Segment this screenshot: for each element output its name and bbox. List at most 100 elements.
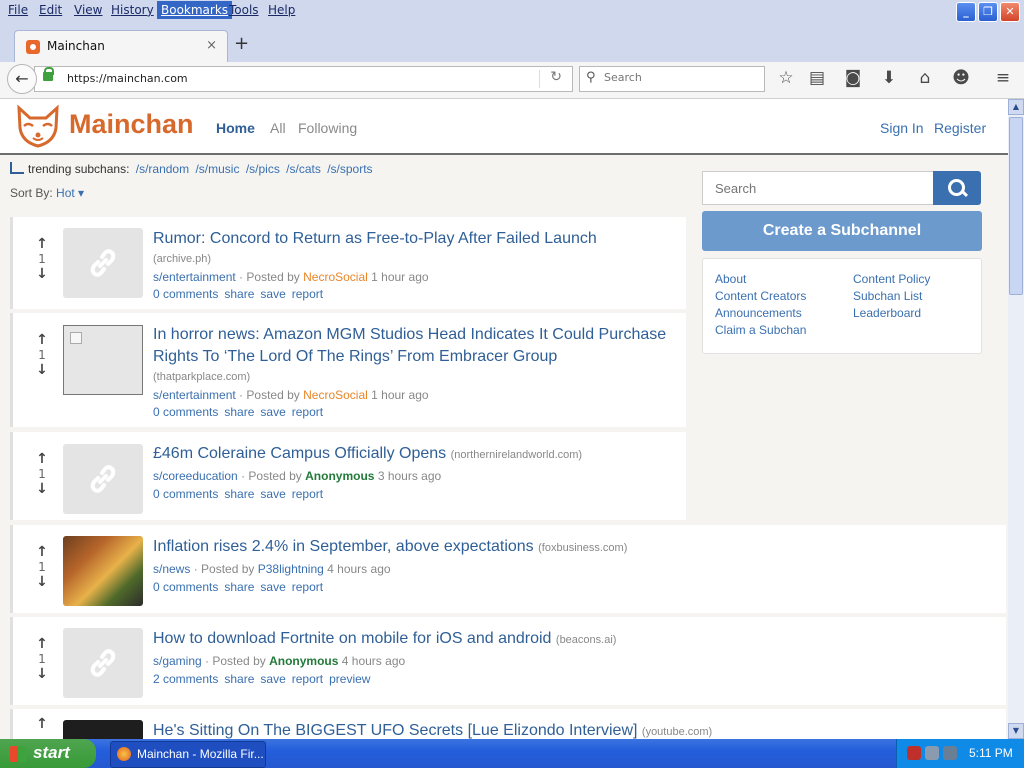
downvote-icon[interactable]: ↓ bbox=[36, 267, 48, 282]
post-thumbnail[interactable] bbox=[63, 325, 143, 395]
menu-tools[interactable]: Tools bbox=[229, 3, 259, 17]
comments-link[interactable]: 2 comments bbox=[153, 672, 218, 686]
post-thumbnail[interactable] bbox=[63, 228, 143, 298]
post-author[interactable]: Anonymous bbox=[305, 469, 374, 483]
network-icon[interactable] bbox=[925, 746, 939, 760]
share-link[interactable]: share bbox=[224, 487, 254, 501]
maximize-icon[interactable]: ❐ bbox=[978, 2, 998, 22]
nav-all[interactable]: All bbox=[270, 120, 286, 136]
tab-mainchan[interactable]: Mainchan × bbox=[14, 30, 228, 63]
comments-link[interactable]: 0 comments bbox=[153, 287, 218, 301]
register-link[interactable]: Register bbox=[934, 120, 986, 136]
post-author[interactable]: P38lightning bbox=[258, 562, 324, 576]
post-title[interactable]: Inflation rises 2.4% in September, above… bbox=[153, 536, 627, 559]
comments-link[interactable]: 0 comments bbox=[153, 405, 218, 419]
announcements-link[interactable]: Announcements bbox=[715, 306, 802, 320]
scroll-down-icon[interactable]: ▼ bbox=[1008, 723, 1024, 739]
post-title[interactable]: Rumor: Concord to Return as Free-to-Play… bbox=[153, 228, 597, 250]
post-author[interactable]: NecroSocial bbox=[303, 388, 368, 402]
comments-link[interactable]: 0 comments bbox=[153, 487, 218, 501]
post-subchan[interactable]: s/entertainment bbox=[153, 388, 236, 402]
smiley-icon[interactable]: ☻ bbox=[950, 68, 972, 88]
save-link[interactable]: save bbox=[260, 672, 285, 686]
bookmark-star-icon[interactable]: ☆ bbox=[775, 68, 797, 88]
post-subchan[interactable]: s/gaming bbox=[153, 654, 202, 668]
sign-in-link[interactable]: Sign In bbox=[880, 120, 924, 136]
menu-bookmarks[interactable]: Bookmarks bbox=[157, 1, 233, 19]
report-link[interactable]: report bbox=[292, 487, 323, 501]
content-policy-link[interactable]: Content Policy bbox=[853, 272, 930, 286]
report-link[interactable]: report bbox=[292, 672, 323, 686]
downvote-icon[interactable]: ↓ bbox=[36, 575, 48, 590]
upvote-icon[interactable]: ↑ bbox=[36, 637, 48, 652]
leaderboard-link[interactable]: Leaderboard bbox=[853, 306, 921, 320]
post-title[interactable]: How to download Fortnite on mobile for i… bbox=[153, 628, 616, 651]
upvote-icon[interactable]: ↑ bbox=[36, 237, 48, 252]
upvote-icon[interactable]: ↑ bbox=[36, 333, 48, 348]
share-link[interactable]: share bbox=[224, 287, 254, 301]
share-link[interactable]: share bbox=[224, 672, 254, 686]
upvote-icon[interactable]: ↑ bbox=[36, 545, 48, 560]
trending-sports[interactable]: /s/sports bbox=[327, 162, 372, 176]
trending-random[interactable]: /s/random bbox=[136, 162, 189, 176]
post-title[interactable]: In horror news: Amazon MGM Studios Head … bbox=[153, 324, 673, 368]
post-domain[interactable]: (northernirelandworld.com) bbox=[451, 449, 582, 461]
post-domain[interactable]: (archive.ph) bbox=[153, 253, 211, 265]
menu-history[interactable]: History bbox=[111, 3, 154, 17]
hamburger-menu-icon[interactable]: ≡ bbox=[992, 68, 1014, 88]
vertical-scrollbar[interactable]: ▲ ▼ bbox=[1008, 99, 1024, 739]
save-link[interactable]: save bbox=[260, 405, 285, 419]
reload-icon[interactable]: ↻ bbox=[550, 69, 562, 85]
trending-cats[interactable]: /s/cats bbox=[286, 162, 321, 176]
report-link[interactable]: report bbox=[292, 287, 323, 301]
downvote-icon[interactable]: ↓ bbox=[36, 667, 48, 682]
post-title-text[interactable]: In horror news: Amazon MGM Studios Head … bbox=[153, 326, 666, 365]
post-subchan[interactable]: s/coreeducation bbox=[153, 469, 238, 483]
new-tab-icon[interactable]: + bbox=[234, 35, 249, 53]
post-thumbnail[interactable] bbox=[63, 628, 143, 698]
url-text[interactable]: https://mainchan.com bbox=[67, 72, 188, 85]
post-author[interactable]: Anonymous bbox=[269, 654, 338, 668]
start-button[interactable]: start bbox=[0, 739, 96, 768]
menu-edit[interactable]: Edit bbox=[39, 3, 62, 17]
minimize-icon[interactable]: _ bbox=[956, 2, 976, 22]
post-domain[interactable]: (beacons.ai) bbox=[556, 634, 617, 646]
post-subchan[interactable]: s/entertainment bbox=[153, 270, 236, 284]
upvote-icon[interactable]: ↑ bbox=[36, 717, 48, 732]
download-icon[interactable]: ⬇ bbox=[878, 68, 900, 88]
subchan-list-link[interactable]: Subchan List bbox=[853, 289, 922, 303]
downvote-icon[interactable]: ↓ bbox=[36, 482, 48, 497]
menu-help[interactable]: Help bbox=[268, 3, 295, 17]
pocket-icon[interactable]: ◙ bbox=[842, 68, 864, 88]
nav-following[interactable]: Following bbox=[298, 120, 357, 136]
comments-link[interactable]: 0 comments bbox=[153, 580, 218, 594]
trending-pics[interactable]: /s/pics bbox=[246, 162, 280, 176]
report-link[interactable]: report bbox=[292, 405, 323, 419]
save-link[interactable]: save bbox=[260, 487, 285, 501]
menu-view[interactable]: View bbox=[74, 3, 102, 17]
post-domain[interactable]: (foxbusiness.com) bbox=[538, 542, 627, 554]
volume-icon[interactable] bbox=[943, 746, 957, 760]
site-logo-text[interactable]: Mainchan bbox=[69, 109, 194, 140]
post-author[interactable]: NecroSocial bbox=[303, 270, 368, 284]
post-thumbnail-photo[interactable] bbox=[63, 536, 143, 606]
post-title[interactable]: He's Sitting On The BIGGEST UFO Secrets … bbox=[153, 720, 712, 739]
content-creators-link[interactable]: Content Creators bbox=[715, 289, 806, 303]
post-thumbnail-photo[interactable] bbox=[63, 720, 143, 739]
home-icon[interactable]: ⌂ bbox=[914, 68, 936, 88]
back-button[interactable]: ← bbox=[7, 64, 37, 94]
report-link[interactable]: report bbox=[292, 580, 323, 594]
site-search-field[interactable] bbox=[702, 171, 934, 205]
taskbar-firefox-window[interactable]: Mainchan - Mozilla Fir... bbox=[110, 741, 266, 768]
post-subchan[interactable]: s/news bbox=[153, 562, 190, 576]
post-title-text[interactable]: Rumor: Concord to Return as Free-to-Play… bbox=[153, 230, 597, 247]
post-title-text[interactable]: £46m Coleraine Campus Officially Opens bbox=[153, 445, 446, 462]
share-link[interactable]: share bbox=[224, 405, 254, 419]
post-title[interactable]: £46m Coleraine Campus Officially Opens (… bbox=[153, 443, 582, 466]
post-title-text[interactable]: Inflation rises 2.4% in September, above… bbox=[153, 538, 534, 555]
nav-home[interactable]: Home bbox=[216, 120, 255, 136]
scroll-up-icon[interactable]: ▲ bbox=[1008, 99, 1024, 115]
post-title-text[interactable]: How to download Fortnite on mobile for i… bbox=[153, 630, 551, 647]
close-window-icon[interactable]: ✕ bbox=[1000, 2, 1020, 22]
post-domain[interactable]: (youtube.com) bbox=[642, 726, 712, 738]
